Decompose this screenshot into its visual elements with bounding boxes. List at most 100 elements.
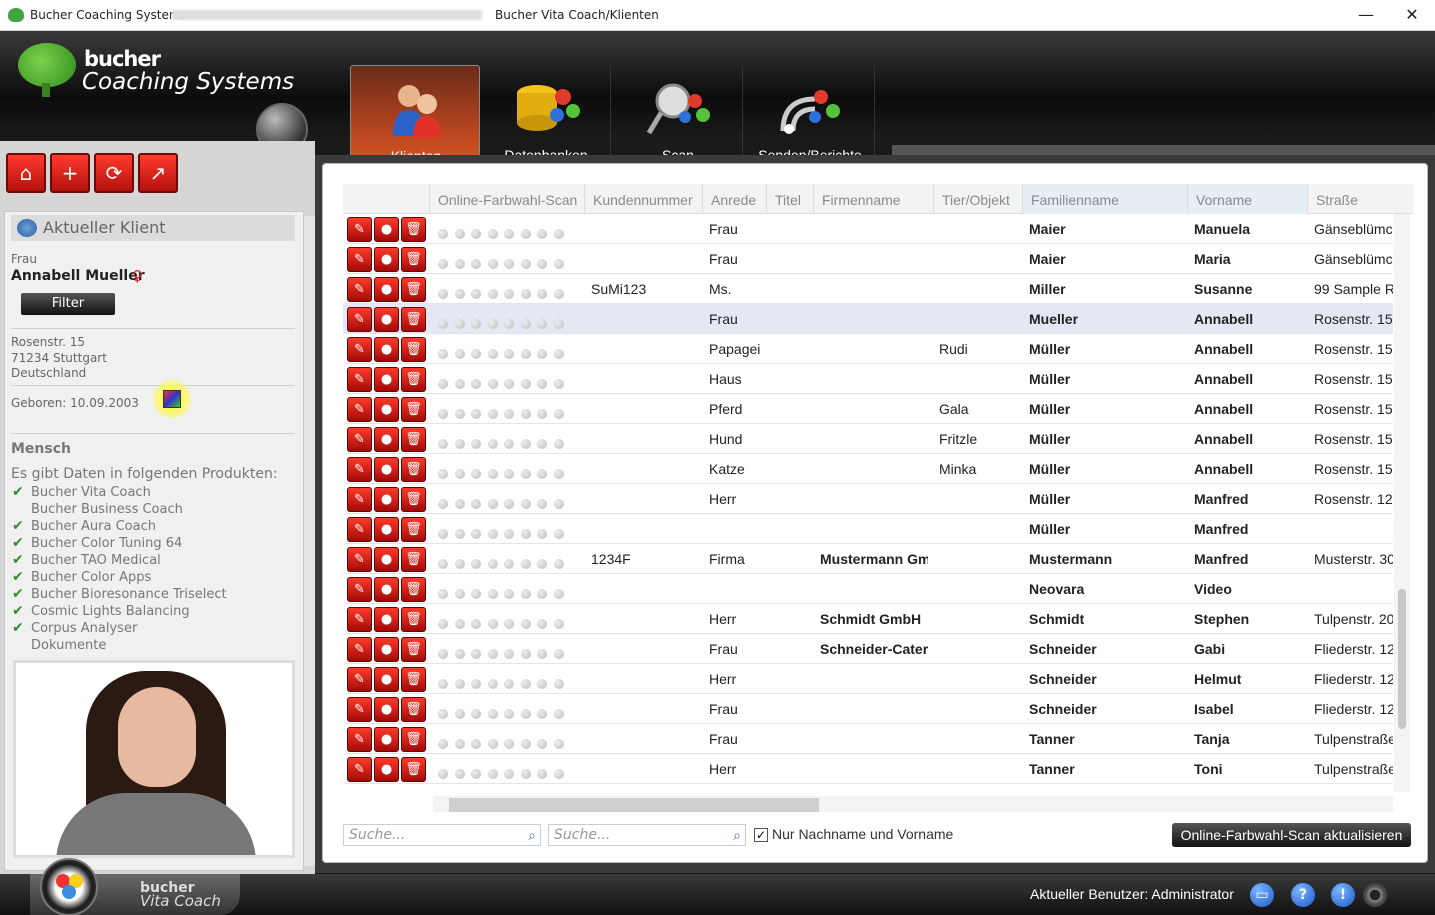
edit-button[interactable]: ✎ bbox=[347, 487, 372, 512]
delete-button[interactable]: 🗑 bbox=[401, 577, 426, 602]
column-header-vorname[interactable]: Vorname bbox=[1188, 184, 1308, 214]
help-icon[interactable]: ? bbox=[1291, 883, 1315, 907]
table-row[interactable]: ✎ ● 🗑 Frau Mueller Annabell Rosenstr. 15 bbox=[343, 304, 1393, 334]
product-item[interactable]: Dokumente bbox=[31, 638, 106, 653]
edit-button[interactable]: ✎ bbox=[347, 667, 372, 692]
table-row[interactable]: ✎ ● 🗑 Katze Minka Müller Annabell Rosenstr. 15 bbox=[343, 454, 1393, 484]
product-item[interactable]: Bucher Color Tuning 64 bbox=[31, 536, 182, 551]
edit-button[interactable]: ✎ bbox=[347, 217, 372, 242]
product-item[interactable]: Bucher Business Coach bbox=[31, 502, 183, 517]
group-clients-button[interactable]: ⟳ bbox=[94, 153, 134, 193]
color-scan-button[interactable] bbox=[153, 380, 191, 418]
table-row[interactable]: ✎●🗑 SuMi123 Ms. Miller Susanne 99 Sample Road bbox=[343, 274, 1393, 304]
delete-button[interactable]: 🗑 bbox=[401, 397, 426, 422]
column-header-tier[interactable]: Tier/Objekt bbox=[934, 184, 1023, 214]
column-header-kundennummer[interactable]: Kundennummer bbox=[585, 184, 703, 214]
group-button[interactable]: ● bbox=[374, 307, 399, 332]
edit-button[interactable]: ✎ bbox=[347, 397, 372, 422]
group-button[interactable]: ● bbox=[374, 667, 399, 692]
delete-button[interactable]: 🗑 bbox=[401, 517, 426, 542]
delete-button[interactable]: 🗑 bbox=[401, 307, 426, 332]
column-header-anrede[interactable]: Anrede bbox=[703, 184, 767, 214]
delete-button[interactable]: 🗑 bbox=[401, 337, 426, 362]
table-row[interactable]: ✎●🗑 Frau Schneider-Catering Schneider Gabi Fl… bbox=[343, 634, 1393, 664]
table-row[interactable]: ✎ ● 🗑 Herr Schmidt GmbH Schmidt Stephen Tulpens… bbox=[343, 604, 1393, 634]
group-button[interactable]: ● bbox=[374, 757, 399, 782]
edit-button[interactable]: ✎ bbox=[347, 757, 372, 782]
name-only-checkbox[interactable]: ✓ bbox=[754, 828, 768, 842]
group-button[interactable]: ● bbox=[374, 367, 399, 392]
product-item[interactable]: Corpus Analyser bbox=[31, 621, 137, 636]
product-item[interactable]: Cosmic Lights Balancing bbox=[31, 604, 190, 619]
table-row[interactable]: ✎ ● 🗑 Pferd Gala Müller Annabell Rosenstr. 15 bbox=[343, 394, 1393, 424]
column-header-strasse[interactable]: Straße bbox=[1308, 184, 1413, 214]
table-row[interactable]: ✎ ● 🗑 Hund Fritzle Müller Annabell Rosenstr. 15 bbox=[343, 424, 1393, 454]
horizontal-scrollbar[interactable] bbox=[433, 796, 1393, 812]
add-client-button[interactable]: + bbox=[50, 153, 90, 193]
edit-button[interactable]: ✎ bbox=[347, 307, 372, 332]
filter-button[interactable]: Filter bbox=[21, 293, 115, 315]
group-button[interactable]: ● bbox=[374, 337, 399, 362]
remote-support-icon[interactable]: ▭ bbox=[1250, 883, 1274, 907]
group-button[interactable]: ● bbox=[374, 577, 399, 602]
delete-button[interactable]: 🗑 bbox=[401, 607, 426, 632]
scroll-thumb[interactable] bbox=[1398, 589, 1406, 729]
product-item[interactable]: Bucher Bioresonance Triselect bbox=[31, 587, 227, 602]
group-button[interactable]: ● bbox=[374, 397, 399, 422]
column-header-familienname[interactable]: Familienname bbox=[1023, 184, 1188, 214]
edit-button[interactable]: ✎ bbox=[347, 727, 372, 752]
settings-icon[interactable] bbox=[1363, 883, 1387, 907]
edit-button[interactable]: ✎ bbox=[347, 277, 372, 302]
edit-button[interactable]: ✎ bbox=[347, 337, 372, 362]
export-button[interactable]: ↗ bbox=[138, 153, 178, 193]
product-item[interactable]: Bucher Color Apps bbox=[31, 570, 151, 585]
group-button[interactable]: ● bbox=[374, 517, 399, 542]
group-button[interactable]: ● bbox=[374, 607, 399, 632]
update-scan-button[interactable]: Online-Farbwahl-Scan aktualisieren bbox=[1172, 823, 1411, 847]
maximize-button[interactable] bbox=[1342, 0, 1388, 30]
column-header-scan[interactable]: Online-Farbwahl-Scan bbox=[430, 184, 585, 214]
edit-button[interactable]: ✎ bbox=[347, 427, 372, 452]
close-button[interactable]: ✕ bbox=[1389, 0, 1435, 30]
table-row[interactable]: ✎ ● 🗑 Herr Schneider Helmut Fliederstr. 12 bbox=[343, 664, 1393, 694]
group-button[interactable]: ● bbox=[374, 217, 399, 242]
delete-button[interactable]: 🗑 bbox=[401, 457, 426, 482]
group-button[interactable]: ● bbox=[374, 277, 399, 302]
delete-button[interactable]: 🗑 bbox=[401, 277, 426, 302]
edit-button[interactable]: ✎ bbox=[347, 517, 372, 542]
delete-button[interactable]: 🗑 bbox=[401, 727, 426, 752]
edit-button[interactable]: ✎ bbox=[347, 637, 372, 662]
edit-button[interactable]: ✎ bbox=[347, 607, 372, 632]
group-button[interactable]: ● bbox=[374, 427, 399, 452]
group-button[interactable]: ● bbox=[374, 547, 399, 572]
delete-button[interactable]: 🗑 bbox=[401, 247, 426, 272]
home-button[interactable]: ⌂ bbox=[6, 153, 46, 193]
group-button[interactable]: ● bbox=[374, 247, 399, 272]
group-button[interactable]: ● bbox=[374, 457, 399, 482]
table-row[interactable]: ✎ ● 🗑 Frau Schneider Isabel Fliederstr. 12 bbox=[343, 694, 1393, 724]
group-button[interactable]: ● bbox=[374, 697, 399, 722]
table-row[interactable]: ✎●🗑 1234F Firma Mustermann GmbH Mustermann Ma… bbox=[343, 544, 1393, 574]
table-row[interactable]: ✎ ● 🗑 Müller Manfred bbox=[343, 514, 1393, 544]
group-button[interactable]: ● bbox=[374, 727, 399, 752]
delete-button[interactable]: 🗑 bbox=[401, 367, 426, 392]
edit-button[interactable]: ✎ bbox=[347, 577, 372, 602]
search-input-2[interactable]: Suche... ⌕ bbox=[548, 824, 746, 846]
search-input-1[interactable]: Suche... ⌕ bbox=[343, 824, 541, 846]
delete-button[interactable]: 🗑 bbox=[401, 427, 426, 452]
product-item[interactable]: Bucher Vita Coach bbox=[31, 485, 151, 500]
table-row[interactable]: ✎ ● 🗑 Herr Tanner Toni Tulpenstraße bbox=[343, 754, 1393, 784]
group-button[interactable]: ● bbox=[374, 487, 399, 512]
product-item[interactable]: Bucher Aura Coach bbox=[31, 519, 156, 534]
product-item[interactable]: Bucher TAO Medical bbox=[31, 553, 161, 568]
delete-button[interactable]: 🗑 bbox=[401, 697, 426, 722]
table-row[interactable]: ✎ ● 🗑 Papagei Rudi Müller Annabell Rosenstr. 15 bbox=[343, 334, 1393, 364]
edit-button[interactable]: ✎ bbox=[347, 247, 372, 272]
delete-button[interactable]: 🗑 bbox=[401, 217, 426, 242]
delete-button[interactable]: 🗑 bbox=[401, 667, 426, 692]
column-header-firmenname[interactable]: Firmenname bbox=[814, 184, 934, 214]
vita-coach-orb[interactable] bbox=[40, 858, 98, 915]
table-row[interactable]: ✎ ● 🗑 Haus Müller Annabell Rosenstr. 15 bbox=[343, 364, 1393, 394]
vertical-scrollbar[interactable] bbox=[1394, 214, 1410, 792]
delete-button[interactable]: 🗑 bbox=[401, 637, 426, 662]
